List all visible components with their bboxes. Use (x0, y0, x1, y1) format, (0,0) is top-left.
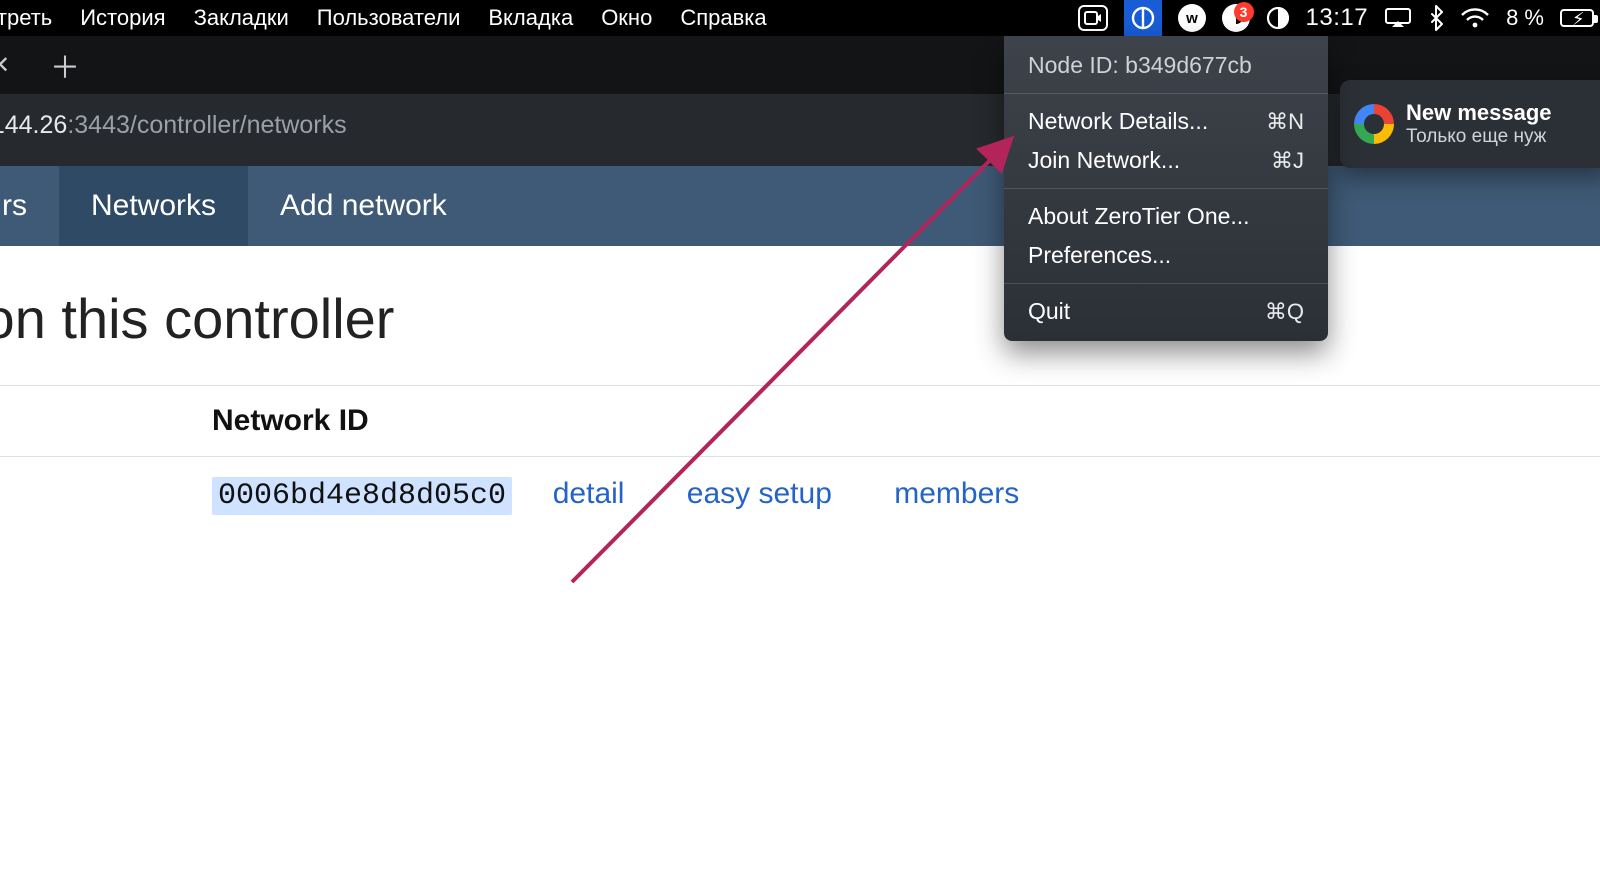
page-content: s on this controller ne Network ID 0006b… (0, 246, 1600, 875)
zerotier-dropdown: Node ID: b349d677cb Network Details...⌘N… (1004, 36, 1328, 341)
link-members[interactable]: members (894, 477, 1019, 510)
chrome-icon (1354, 104, 1394, 144)
badge-count: 3 (1234, 2, 1254, 22)
tab-close-icon[interactable]: ✕ (0, 36, 20, 94)
menubar-tray: w 3 13:17 8 % ⚡︎ (1078, 0, 1594, 36)
notification-toast[interactable]: New message Только еще нуж (1340, 80, 1600, 168)
zt-about[interactable]: About ZeroTier One... (1004, 197, 1328, 236)
vk-icon[interactable]: w (1178, 4, 1206, 32)
menu-item[interactable]: История (80, 5, 165, 31)
menu-item[interactable]: мотреть (0, 5, 52, 31)
clock[interactable]: 13:17 (1306, 4, 1369, 32)
networks-table: ne Network ID 0006bd4e8d8d05c0 detail ea… (0, 385, 1600, 533)
macos-menubar: мотреть История Закладки Пользователи Вк… (0, 0, 1600, 36)
zt-quit[interactable]: Quit⌘Q (1004, 292, 1328, 331)
zt-join-network[interactable]: Join Network...⌘J (1004, 141, 1328, 180)
menu-item[interactable]: Вкладка (488, 5, 573, 31)
new-tab-button[interactable]: ＋ (40, 40, 90, 90)
menubar-app-menus: мотреть История Закладки Пользователи Вк… (0, 5, 767, 31)
zt-node-id: Node ID: b349d677cb (1004, 46, 1328, 85)
link-easy-setup[interactable]: easy setup (687, 477, 832, 510)
page-nav: rs Networks Add network (0, 166, 1600, 246)
nav-add-network[interactable]: Add network (248, 166, 479, 246)
airplay-icon[interactable] (1384, 7, 1412, 29)
nav-networks[interactable]: Networks (59, 166, 248, 246)
battery-percent: 8 % (1506, 5, 1544, 31)
col-network-id: Network ID (190, 386, 1600, 457)
wifi-icon[interactable] (1460, 7, 1490, 29)
notification-body: Только еще нуж (1406, 126, 1552, 148)
svg-text:w: w (1185, 10, 1198, 27)
notification-badge-icon[interactable]: 3 (1222, 4, 1250, 32)
menu-separator (1004, 283, 1328, 284)
menu-item[interactable]: Справка (680, 5, 766, 31)
url-path: :3443/controller/networks (67, 111, 346, 140)
menu-item[interactable]: Закладки (194, 5, 289, 31)
bluetooth-icon[interactable] (1428, 5, 1444, 31)
table-row: 0006bd4e8d8d05c0 detail easy setup membe… (0, 457, 1600, 534)
link-detail[interactable]: detail (553, 477, 625, 510)
battery-icon[interactable]: ⚡︎ (1560, 9, 1594, 27)
display-brightness-icon[interactable] (1266, 6, 1290, 30)
zerotier-tray-icon[interactable] (1124, 0, 1162, 36)
notification-title: New message (1406, 100, 1552, 126)
menu-separator (1004, 188, 1328, 189)
url-host: 3.144.26 (0, 111, 67, 140)
page-title: s on this controller (0, 246, 1600, 385)
zt-network-details[interactable]: Network Details...⌘N (1004, 102, 1328, 141)
zoom-icon[interactable] (1078, 5, 1108, 31)
nav-item-cut[interactable]: rs (0, 166, 59, 246)
network-id-value[interactable]: 0006bd4e8d8d05c0 (212, 477, 512, 515)
menu-item[interactable]: Пользователи (317, 5, 461, 31)
col-name: ne (0, 386, 190, 457)
zt-preferences[interactable]: Preferences... (1004, 236, 1328, 275)
menu-separator (1004, 93, 1328, 94)
menu-item[interactable]: Окно (601, 5, 652, 31)
